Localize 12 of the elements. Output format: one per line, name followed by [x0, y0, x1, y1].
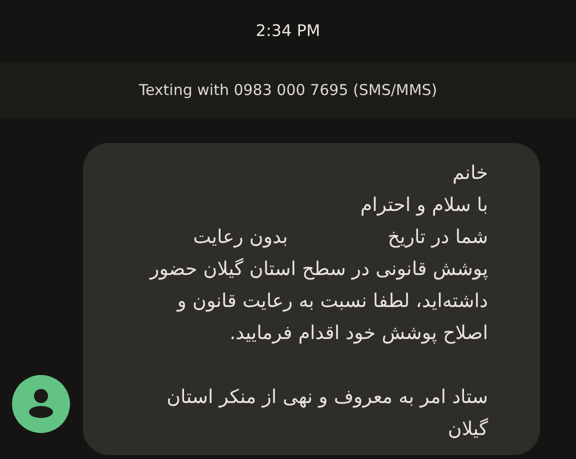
status-time: 2:34 PM	[256, 20, 320, 42]
message-text: شما در تاریخ	[388, 224, 488, 250]
message-text: گیلان	[448, 416, 488, 442]
conversation-title: Texting with 0983 000 7695 (SMS/MMS)	[138, 80, 438, 101]
message-text: پوشش قانونی در سطح استان گیلان حضور	[150, 256, 488, 282]
avatar-icon[interactable]	[12, 375, 70, 433]
message-text: خانم	[452, 160, 488, 186]
message-text: با سلام و احترام	[360, 192, 488, 218]
message-text: اصلاح پوشش خود اقدام فرمایید.	[230, 320, 488, 346]
message-text: بدون رعایت	[193, 224, 288, 250]
message-text: داشته‌اید، لطفا نسبت به رعایت قانون و	[177, 288, 488, 314]
message-text: ستاد امر به معروف و نهی از منکر استان	[166, 384, 488, 410]
